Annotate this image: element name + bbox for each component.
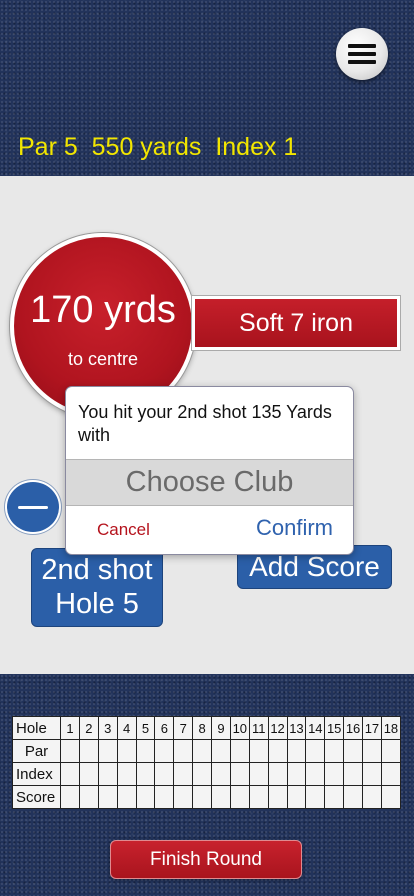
index-cell <box>135 762 156 786</box>
hole-number-cell: 2 <box>78 716 99 740</box>
par-cell <box>97 739 118 763</box>
par-cell <box>116 739 137 763</box>
score-cell[interactable] <box>192 785 212 809</box>
index-cell <box>78 762 99 786</box>
hole-number-cell: 7 <box>173 716 194 740</box>
hole-number-cell: 14 <box>305 716 326 740</box>
index-cell <box>60 762 80 786</box>
scorecard-row-score: Score <box>12 785 402 809</box>
shot-number: 2nd shot <box>41 554 153 586</box>
hole-number-cell: 13 <box>286 716 307 740</box>
par-cell <box>135 739 156 763</box>
par-cell <box>60 739 80 763</box>
hole-number-cell: 6 <box>154 716 175 740</box>
index-cell <box>192 762 212 786</box>
par-cell <box>380 739 402 763</box>
hole-number-cell: 5 <box>135 716 156 740</box>
shot-hole-label: 2nd shot Hole 5 <box>31 548 163 627</box>
confirm-button[interactable]: Confirm <box>256 515 333 541</box>
par-cell <box>248 739 269 763</box>
index-cell <box>97 762 118 786</box>
score-cell[interactable] <box>305 785 326 809</box>
score-cell[interactable] <box>211 785 231 809</box>
score-cell[interactable] <box>135 785 156 809</box>
index-cell <box>211 762 231 786</box>
hole-number-cell: 17 <box>362 716 382 740</box>
hole-number-cell: 9 <box>211 716 231 740</box>
score-cell[interactable] <box>97 785 118 809</box>
score-cell[interactable] <box>248 785 269 809</box>
index-cell <box>324 762 345 786</box>
scorecard-row-hole: Hole 1 2 3 4 5 6 7 8 9 10 11 12 13 14 15… <box>12 716 402 740</box>
suggested-club-banner[interactable]: Soft 7 iron <box>192 296 400 350</box>
score-cell[interactable] <box>324 785 345 809</box>
minus-button[interactable] <box>5 480 61 534</box>
score-cell[interactable] <box>343 785 363 809</box>
score-cell[interactable] <box>154 785 175 809</box>
hole-number-cell: 8 <box>192 716 212 740</box>
finish-round-button[interactable]: Finish Round <box>110 840 302 879</box>
shot-club-dialog: You hit your 2nd shot 135 Yards with Cho… <box>65 386 354 555</box>
par-cell <box>154 739 175 763</box>
score-cell[interactable] <box>362 785 382 809</box>
dialog-message: You hit your 2nd shot 135 Yards with <box>78 402 332 445</box>
cancel-button[interactable]: Cancel <box>97 520 150 540</box>
hole-number-cell: 1 <box>60 716 80 740</box>
scorecard-table: Hole 1 2 3 4 5 6 7 8 9 10 11 12 13 14 15… <box>12 716 402 809</box>
score-cell[interactable] <box>286 785 307 809</box>
index-cell <box>305 762 326 786</box>
index-cell <box>286 762 307 786</box>
hamburger-menu-icon <box>348 44 376 64</box>
index-cell <box>173 762 194 786</box>
par-cell <box>267 739 288 763</box>
hole-number-cell: 15 <box>324 716 345 740</box>
hole-number-cell: 12 <box>267 716 288 740</box>
hole-number: Hole 5 <box>55 588 139 620</box>
par-cell <box>211 739 231 763</box>
index-cell <box>116 762 137 786</box>
par-cell <box>286 739 307 763</box>
row-label-par: Par <box>12 739 61 763</box>
menu-button[interactable] <box>336 28 388 80</box>
index-cell <box>362 762 382 786</box>
hole-number-cell: 16 <box>343 716 363 740</box>
row-label-hole: Hole <box>12 716 61 740</box>
par-cell <box>78 739 99 763</box>
index-cell <box>248 762 269 786</box>
score-cell[interactable] <box>78 785 99 809</box>
par-cell <box>173 739 194 763</box>
distance-caption: to centre <box>67 349 139 369</box>
score-cell[interactable] <box>60 785 80 809</box>
distance-value: 170 yrds <box>30 289 176 331</box>
index-cell <box>229 762 250 786</box>
par-cell <box>192 739 212 763</box>
row-label-index: Index <box>12 762 61 786</box>
par-cell <box>305 739 326 763</box>
score-cell[interactable] <box>173 785 194 809</box>
hole-info: Par 5 550 yards Index 1 <box>18 133 298 161</box>
hole-number-cell: 18 <box>380 716 402 740</box>
hole-number-cell: 4 <box>116 716 137 740</box>
scorecard-row-par: Par <box>12 739 402 763</box>
index-cell <box>380 762 402 786</box>
choose-club-select[interactable]: Choose Club <box>66 459 353 506</box>
minus-icon <box>18 505 48 509</box>
hole-number-cell: 10 <box>229 716 250 740</box>
score-cell[interactable] <box>229 785 250 809</box>
score-cell[interactable] <box>267 785 288 809</box>
row-label-score: Score <box>12 785 61 809</box>
scorecard-row-index: Index <box>12 762 402 786</box>
par-cell <box>324 739 345 763</box>
index-cell <box>154 762 175 786</box>
hole-number-cell: 11 <box>248 716 269 740</box>
par-cell <box>229 739 250 763</box>
index-cell <box>267 762 288 786</box>
par-cell <box>343 739 363 763</box>
score-cell[interactable] <box>380 785 402 809</box>
par-cell <box>362 739 382 763</box>
score-cell[interactable] <box>116 785 137 809</box>
index-cell <box>343 762 363 786</box>
hole-number-cell: 3 <box>97 716 118 740</box>
